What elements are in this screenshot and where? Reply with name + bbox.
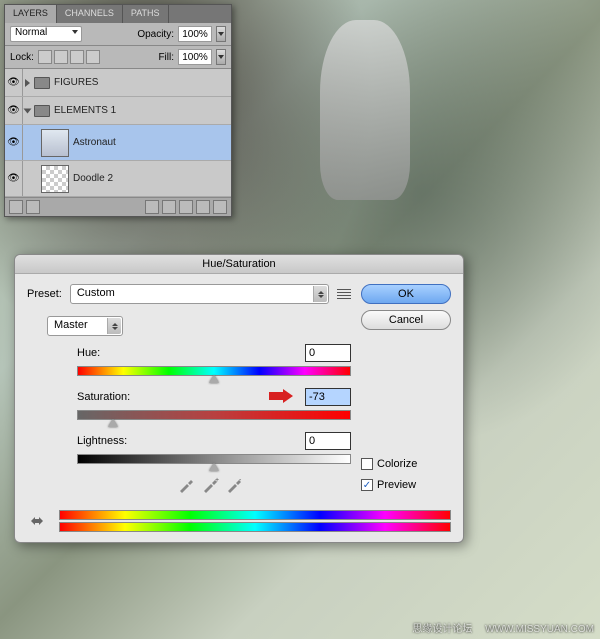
lock-transparent-icon[interactable] (38, 50, 52, 64)
visibility-icon[interactable] (7, 173, 20, 184)
opacity-input[interactable] (178, 26, 212, 42)
opacity-dropdown[interactable] (216, 26, 226, 42)
saturation-slider[interactable] (77, 410, 351, 420)
saturation-input[interactable] (305, 388, 351, 406)
lock-image-icon[interactable] (54, 50, 68, 64)
fill-label: Fill: (158, 52, 174, 63)
new-group-icon[interactable] (179, 200, 193, 214)
svg-text:+: + (215, 477, 219, 484)
layer-tree: FIGURES ELEMENTS 1 Astronaut Doodle 2 (5, 69, 231, 197)
blend-mode-select[interactable]: Normal (10, 26, 82, 42)
collapse-icon[interactable] (24, 108, 32, 113)
ok-button[interactable]: OK (361, 284, 451, 304)
layer-label: FIGURES (54, 77, 98, 88)
new-layer-icon[interactable] (196, 200, 210, 214)
colorize-label: Colorize (377, 458, 417, 470)
lightness-label: Lightness: (77, 435, 127, 447)
preview-label: Preview (377, 479, 416, 491)
hue-label: Hue: (77, 347, 100, 359)
layer-thumbnail[interactable] (41, 165, 69, 193)
lock-all-icon[interactable] (86, 50, 100, 64)
eyedropper-add-icon[interactable]: + (201, 476, 219, 494)
hue-control: Hue: (77, 344, 351, 376)
layer-mask-icon[interactable] (145, 200, 159, 214)
lightness-input[interactable] (305, 432, 351, 450)
saturation-control: Saturation: (77, 388, 351, 420)
background-astronaut (320, 20, 410, 200)
adjustment-layer-icon[interactable] (162, 200, 176, 214)
expand-icon[interactable] (25, 79, 30, 87)
panel-tabs: LAYERS CHANNELS PATHS (5, 5, 231, 23)
layer-astronaut[interactable]: Astronaut (5, 125, 231, 161)
lock-label: Lock: (10, 52, 34, 63)
preview-checkbox[interactable]: ✓ Preview (361, 479, 451, 491)
layer-group-figures[interactable]: FIGURES (5, 69, 231, 97)
preset-select[interactable]: Custom (70, 284, 329, 304)
colorize-checkbox[interactable]: Colorize (361, 458, 451, 470)
lightness-slider[interactable] (77, 454, 351, 464)
scrubby-icon[interactable] (27, 513, 47, 529)
checkbox-icon (361, 458, 373, 470)
opacity-label: Opacity: (137, 29, 174, 40)
visibility-icon[interactable] (7, 137, 20, 148)
layer-label: ELEMENTS 1 (54, 105, 116, 116)
watermark: 思缘设计论坛 WWW.MISSYUAN.COM (412, 620, 594, 635)
slider-thumb[interactable] (209, 375, 219, 383)
saturation-label: Saturation: (77, 391, 130, 403)
visibility-icon[interactable] (7, 105, 20, 116)
spectrum-bar-bottom[interactable] (59, 522, 451, 532)
folder-icon (34, 77, 50, 89)
fill-dropdown[interactable] (216, 49, 226, 65)
layers-panel: LAYERS CHANNELS PATHS Normal Opacity: Lo… (4, 4, 232, 217)
hue-input[interactable] (305, 344, 351, 362)
lock-position-icon[interactable] (70, 50, 84, 64)
slider-thumb[interactable] (108, 419, 118, 427)
hue-saturation-dialog: Hue/Saturation Preset: Custom Master Hue… (14, 254, 464, 543)
tab-paths[interactable]: PATHS (123, 5, 169, 23)
eyedropper-subtract-icon[interactable]: - (225, 476, 243, 494)
layers-footer (5, 197, 231, 216)
delete-layer-icon[interactable] (213, 200, 227, 214)
preset-label: Preset: (27, 288, 62, 300)
layer-group-elements[interactable]: ELEMENTS 1 (5, 97, 231, 125)
hue-slider[interactable] (77, 366, 351, 376)
layer-label: Doodle 2 (73, 173, 113, 184)
layer-doodle2[interactable]: Doodle 2 (5, 161, 231, 197)
folder-icon (34, 105, 50, 117)
fill-input[interactable] (178, 49, 212, 65)
eyedropper-icon[interactable] (177, 476, 195, 494)
layer-style-icon[interactable] (26, 200, 40, 214)
tab-layers[interactable]: LAYERS (5, 5, 57, 23)
layer-label: Astronaut (73, 137, 116, 148)
chevron-updown-icon (313, 286, 327, 302)
link-layers-icon[interactable] (9, 200, 23, 214)
tab-channels[interactable]: CHANNELS (57, 5, 123, 23)
checkbox-icon: ✓ (361, 479, 373, 491)
callout-arrow-icon (269, 389, 293, 403)
edit-channel-select[interactable]: Master (47, 316, 123, 336)
slider-thumb[interactable] (209, 463, 219, 471)
svg-text:-: - (239, 477, 242, 484)
visibility-icon[interactable] (7, 77, 20, 88)
lightness-control: Lightness: (77, 432, 351, 464)
dialog-title: Hue/Saturation (15, 255, 463, 274)
preset-menu-icon[interactable] (337, 289, 351, 299)
spectrum-bar-top[interactable] (59, 510, 451, 520)
chevron-updown-icon (107, 318, 121, 334)
cancel-button[interactable]: Cancel (361, 310, 451, 330)
layer-thumbnail[interactable] (41, 129, 69, 157)
